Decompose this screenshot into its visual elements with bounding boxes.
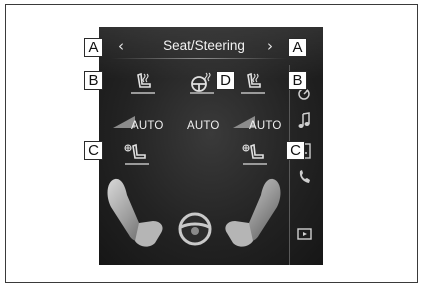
passenger-seat-ventilator-button[interactable]: [239, 141, 269, 165]
seat-ventilator-icon: [124, 143, 146, 159]
callout-c-right: C: [286, 141, 305, 160]
music-note-icon: [298, 112, 310, 128]
ventilator-level-bar: [125, 163, 149, 165]
callout-a-right: A: [288, 38, 307, 57]
side-menu-divider: [289, 65, 290, 265]
callout-d: D: [216, 71, 235, 90]
steering-wheel-image: [178, 212, 212, 246]
driver-seat-heater-button[interactable]: [129, 70, 157, 94]
next-screen-button[interactable]: ›: [262, 35, 278, 57]
callout-c-left: C: [84, 141, 103, 160]
seat-heater-icon: [247, 72, 261, 88]
side-tab-media[interactable]: [297, 227, 313, 241]
heater-level-bar: [131, 92, 155, 94]
heater-level-bar: [241, 92, 265, 94]
steering-auto-label: AUTO: [187, 120, 220, 132]
seat-heater-icon: [137, 72, 151, 88]
passenger-auto-button[interactable]: AUTO: [233, 115, 285, 135]
callout-a-left: A: [84, 38, 103, 57]
steering-auto-button[interactable]: AUTO: [187, 120, 227, 136]
passenger-seat-image: [225, 178, 281, 247]
cabin-illustration: [107, 178, 281, 247]
driver-auto-button[interactable]: AUTO: [113, 115, 165, 135]
callout-b-right: B: [288, 71, 307, 90]
phone-icon: [299, 170, 310, 183]
steering-heater-button[interactable]: [187, 70, 217, 94]
driver-seat-ventilator-button[interactable]: [121, 141, 151, 165]
title-divider: [111, 58, 287, 59]
driver-seat-image: [107, 178, 163, 247]
driver-auto-label: AUTO: [131, 120, 164, 132]
side-tab-phone[interactable]: [295, 167, 315, 187]
passenger-auto-label: AUTO: [249, 120, 282, 132]
screen-title: Seat/Steering: [163, 38, 245, 53]
previous-screen-button[interactable]: ‹: [113, 35, 129, 57]
passenger-seat-heater-button[interactable]: [239, 70, 267, 94]
steering-heater-icon: [191, 72, 211, 92]
ventilator-level-bar: [243, 163, 267, 165]
side-tab-audio[interactable]: [296, 111, 314, 131]
heater-level-bar: [190, 92, 214, 94]
callout-b-left: B: [84, 71, 103, 90]
seat-ventilator-icon: [242, 143, 264, 159]
media-icon: [297, 228, 312, 240]
